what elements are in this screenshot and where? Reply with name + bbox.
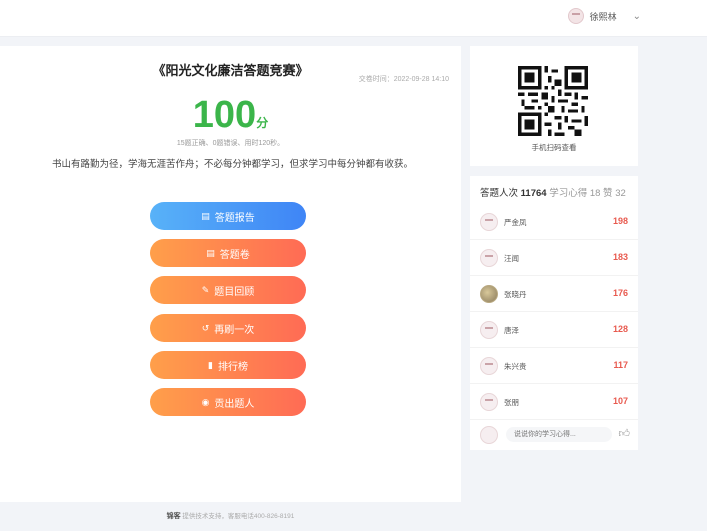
qr-caption: 手机扫码查看 [531, 143, 577, 152]
ranking-label: 答题人次 [480, 188, 519, 199]
score-summary: 15题正确、0题错误、用时120秒。 [176, 140, 285, 147]
list-item[interactable]: 张朋 107 [470, 384, 638, 420]
qr-panel: 手机扫码查看 [470, 46, 638, 166]
footer: 锦客 提供技术支持，客服电话400-826-8191 [0, 510, 461, 521]
score-unit: 分 [256, 116, 269, 130]
footer-text: 提供技术支持，客服电话400-826-8191 [182, 513, 295, 520]
rank-name: 张朋 [504, 398, 519, 407]
answer-sheet-button[interactable]: ▤ 答题卷 [150, 239, 306, 267]
list-item[interactable]: 汪闻 183 [470, 240, 638, 276]
avatar [567, 8, 584, 24]
rank-name: 朱兴贵 [504, 362, 527, 371]
button-label: 排行榜 [217, 361, 248, 373]
button-label: 题目回顾 [214, 286, 255, 298]
review-button[interactable]: ✎ 题目回顾 [150, 276, 306, 304]
rank-score: 198 [612, 216, 628, 226]
report-icon: ▤ [201, 210, 210, 221]
redo-icon: ↺ [201, 322, 210, 333]
user-menu[interactable]: 徐熙林 ⌄ [567, 8, 641, 24]
rank-score: 117 [613, 360, 628, 370]
rank-name: 汪闻 [504, 254, 519, 263]
rank-score: 128 [612, 324, 628, 334]
avatar [480, 357, 498, 375]
ranking-panel: 答题人次 11764 学习心得 18 赞 32 严金凤 198 汪闻 183 张… [470, 176, 638, 450]
thumbs-up-icon[interactable]: 👍︎ [619, 427, 631, 440]
avatar [480, 426, 498, 444]
avatar [480, 393, 498, 411]
qr-code [518, 66, 588, 136]
score-display: 100分 [0, 94, 461, 137]
footer-brand: 锦客 [166, 513, 181, 520]
review-icon: ✎ [201, 284, 210, 295]
submit-time: 交卷时间：2022-09-28 14:10 [358, 76, 449, 83]
list-item[interactable]: 张晓丹 176 [470, 276, 638, 312]
chevron-down-icon[interactable]: ⌄ [633, 11, 641, 22]
avatar [480, 285, 498, 303]
retry-button[interactable]: ↺ 再刷一次 [150, 314, 306, 342]
ranking-icon: ▮ [208, 359, 213, 370]
rank-name: 严金凤 [504, 218, 527, 227]
score-value: 100 [192, 94, 257, 136]
list-item[interactable]: 朱兴贵 117 [470, 348, 638, 384]
ranking-stats: 学习心得 18 赞 32 [549, 188, 626, 199]
rank-name: 唐泽 [504, 326, 519, 335]
username: 徐熙林 [589, 11, 617, 22]
rank-score: 176 [612, 288, 628, 298]
button-label: 再刷一次 [214, 324, 255, 336]
avatar [480, 249, 498, 267]
button-label: 答题报告 [214, 212, 255, 224]
button-label: 贡出题人 [214, 398, 255, 410]
rank-score: 107 [612, 396, 628, 406]
reward-button[interactable]: ◉ 贡出题人 [150, 388, 306, 416]
reward-icon: ◉ [201, 396, 210, 407]
result-panel: 《阳光文化廉洁答题竞赛》 交卷时间：2022-09-28 14:10 100分 … [0, 46, 461, 502]
button-label: 答题卷 [219, 249, 250, 261]
top-bar: 徐熙林 ⌄ [0, 0, 707, 37]
avatar [480, 321, 498, 339]
comment-box: 👍︎ [480, 426, 630, 444]
ranking-header: 答题人次 11764 学习心得 18 赞 32 [480, 185, 626, 199]
list-item[interactable]: 严金凤 198 [470, 204, 638, 240]
ranking-button[interactable]: ▮ 排行榜 [150, 351, 306, 379]
participant-count: 11764 [520, 188, 547, 199]
report-button[interactable]: ▤ 答题报告 [150, 202, 306, 230]
comment-input[interactable] [506, 427, 612, 442]
list-item[interactable]: 唐泽 128 [470, 312, 638, 348]
paper-icon: ▤ [206, 247, 215, 258]
motto-text: 书山有路勤为径，学海无涯苦作舟；不必每分钟都学习，但求学习中每分钟都有收获。 [52, 159, 414, 170]
rank-name: 张晓丹 [504, 290, 527, 299]
rank-score: 183 [612, 252, 628, 262]
avatar [480, 213, 498, 231]
